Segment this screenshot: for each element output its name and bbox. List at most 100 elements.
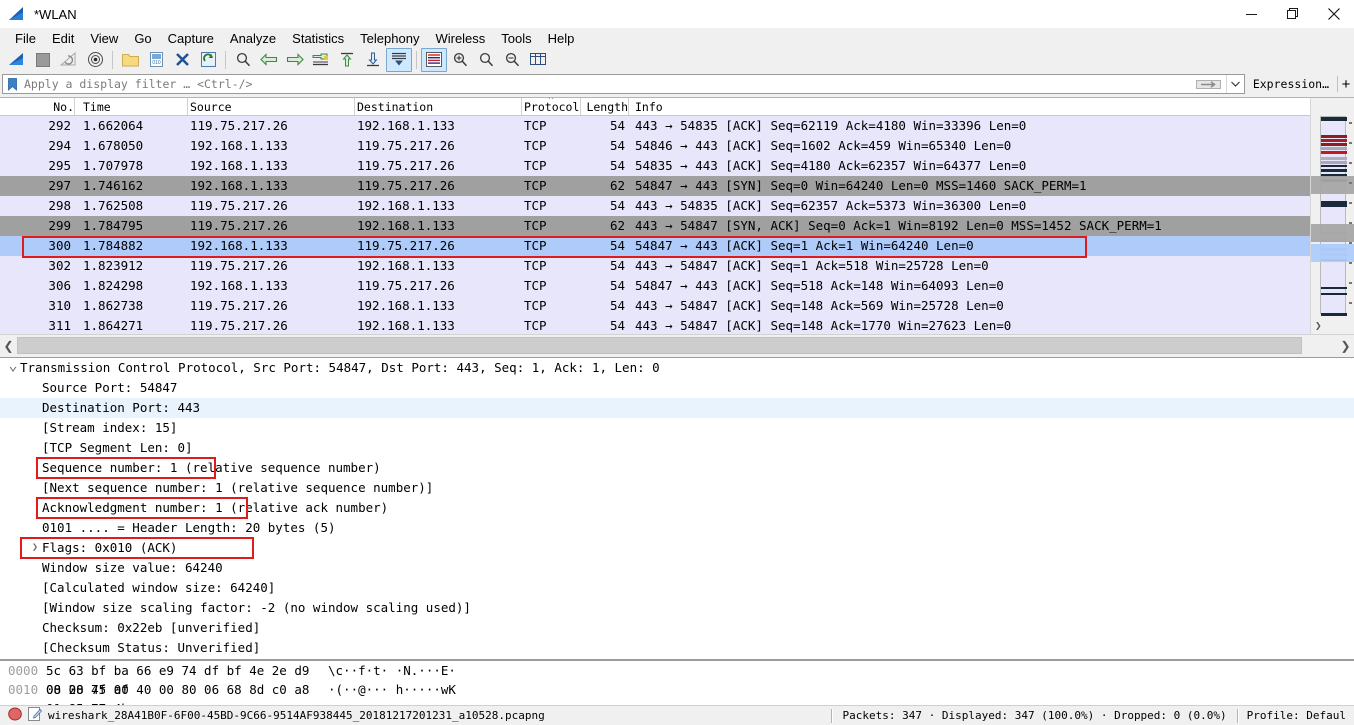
- column-header-protocol[interactable]: ^ Protocol: [522, 98, 581, 115]
- packet-list-row[interactable]: 297 1.746162 192.168.1.133 119.75.217.26 TCP…: [0, 176, 1354, 196]
- detail-tree-row[interactable]: [Checksum Status: Unverified]: [0, 638, 1354, 658]
- detail-tree-row[interactable]: ⌄ Transmission Control Protocol, Src Port…: [0, 358, 1354, 378]
- column-header-source[interactable]: Source: [188, 98, 355, 115]
- packet-details-tree: ⌄ Transmission Control Protocol, Src Port…: [0, 358, 1354, 658]
- hscroll-right-arrow-icon[interactable]: ❯: [1337, 336, 1354, 356]
- go-forward-icon[interactable]: [282, 48, 308, 72]
- packet-list-row[interactable]: 302 1.823912 119.75.217.26 192.168.1.133 TCP…: [0, 256, 1354, 276]
- restore-icon[interactable]: [1272, 0, 1313, 28]
- chevron-right-icon[interactable]: ❯: [28, 538, 42, 558]
- start-capture-icon[interactable]: [4, 48, 30, 72]
- go-to-last-packet-icon[interactable]: [360, 48, 386, 72]
- packet-list-hscrollbar[interactable]: ❮ ❯: [0, 334, 1354, 356]
- filter-bookmark-icon[interactable]: [3, 75, 21, 93]
- plus-icon[interactable]: +: [1338, 76, 1354, 93]
- packet-info: 443 → 54847 [ACK] Seq=148 Ack=1770 Win=2…: [635, 318, 1012, 333]
- detail-tree-row[interactable]: [Window size scaling factor: -2 (no wind…: [0, 598, 1354, 618]
- packet-length: 54: [609, 238, 625, 253]
- column-header-no[interactable]: No.: [0, 98, 75, 115]
- hex-bytes[interactable]: 5c 63 bf ba 66 e9 74 df bf 4e 2e d9 08 0…: [46, 661, 328, 697]
- packet-list-row[interactable]: 298 1.762508 119.75.217.26 192.168.1.133 TCP…: [0, 196, 1354, 216]
- normal-size-icon[interactable]: [499, 48, 525, 72]
- filter-expression-button[interactable]: Expression…: [1245, 77, 1337, 91]
- scrollbar-thumb-2[interactable]: [1311, 224, 1354, 242]
- find-packet-icon[interactable]: [230, 48, 256, 72]
- colorize-packets-icon[interactable]: [421, 47, 447, 72]
- detail-no-twisty: [28, 398, 42, 418]
- detail-tree-row[interactable]: Checksum: 0x22eb [unverified]: [0, 618, 1354, 638]
- zoom-in-icon[interactable]: [447, 48, 473, 72]
- hex-row: 0010 00 28 7f af 40 00 80 06 68 8d c0 a8…: [0, 680, 1354, 716]
- packet-time: 1.824298: [83, 278, 144, 293]
- title-bar: *WLAN: [0, 0, 1354, 28]
- detail-indent: [0, 618, 28, 638]
- packet-destination: 192.168.1.133: [357, 258, 455, 273]
- packet-list-row[interactable]: 295 1.707978 192.168.1.133 119.75.217.26 TCP…: [0, 156, 1354, 176]
- restart-capture-icon[interactable]: [56, 48, 82, 72]
- detail-tree-row[interactable]: Destination Port: 443: [0, 398, 1354, 418]
- reload-file-icon[interactable]: [195, 48, 221, 72]
- packet-list[interactable]: No. Time Source Destination ^ Protocol L…: [0, 97, 1354, 334]
- scrollbar-down-arrow-icon[interactable]: ❯: [1311, 315, 1354, 334]
- search-input[interactable]: Apply a display filter … <Ctrl-/>: [2, 74, 1245, 94]
- packet-bytes-pane[interactable]: 0000 5c 63 bf ba 66 e9 74 df bf 4e 2e d9…: [0, 660, 1354, 716]
- go-back-icon[interactable]: [256, 48, 282, 72]
- detail-tree-row[interactable]: [Calculated window size: 64240]: [0, 578, 1354, 598]
- packet-list-scrollbar[interactable]: ❯: [1310, 98, 1354, 334]
- close-icon[interactable]: [1313, 0, 1354, 28]
- close-file-icon[interactable]: [169, 48, 195, 72]
- detail-tree-row[interactable]: Acknowledgment number: 1 (relative ack n…: [0, 498, 1354, 518]
- save-file-icon[interactable]: 010: [143, 48, 169, 72]
- detail-tree-row[interactable]: [TCP Segment Len: 0]: [0, 438, 1354, 458]
- hex-ascii[interactable]: \c··f·t· ·N.···E·: [328, 661, 456, 680]
- stop-capture-icon[interactable]: [30, 48, 56, 72]
- intelligent-scrollbar-map[interactable]: [1320, 116, 1347, 316]
- go-to-first-packet-icon[interactable]: [334, 48, 360, 72]
- minimize-icon[interactable]: [1231, 0, 1272, 28]
- packet-destination: 192.168.1.133: [357, 118, 455, 133]
- chevron-down-icon[interactable]: [1225, 75, 1244, 93]
- edit-comment-icon[interactable]: [28, 707, 43, 724]
- column-header-destination[interactable]: Destination: [355, 98, 522, 115]
- detail-tree-row[interactable]: 0101 .... = Header Length: 20 bytes (5): [0, 518, 1354, 538]
- hscroll-track[interactable]: [17, 337, 1337, 354]
- packet-info: 443 → 54835 [ACK] Seq=62357 Ack=5373 Win…: [635, 198, 1027, 213]
- packet-list-row[interactable]: 300 1.784882 192.168.1.133 119.75.217.26 TCP…: [0, 236, 1354, 256]
- profile-label[interactable]: Profile: Defaul: [1239, 709, 1354, 722]
- column-header-time[interactable]: Time: [75, 98, 188, 115]
- hex-bytes[interactable]: 00 28 7f af 40 00 80 06 68 8d c0 a8 01 8…: [46, 680, 328, 716]
- detail-tree-row[interactable]: [Next sequence number: 1 (relative seque…: [0, 478, 1354, 498]
- capture-options-icon[interactable]: [82, 48, 108, 72]
- packet-list-row[interactable]: 292 1.662064 119.75.217.26 192.168.1.133 TCP…: [0, 116, 1354, 136]
- column-header-info[interactable]: Info: [629, 98, 1354, 115]
- detail-tree-row[interactable]: [Stream index: 15]: [0, 418, 1354, 438]
- packet-list-row[interactable]: 294 1.678050 192.168.1.133 119.75.217.26 TCP…: [0, 136, 1354, 156]
- resize-columns-icon[interactable]: [525, 48, 551, 72]
- apply-filter-button[interactable]: [1191, 75, 1226, 93]
- go-to-packet-icon[interactable]: [308, 48, 334, 72]
- detail-tree-row[interactable]: Sequence number: 1 (relative sequence nu…: [0, 458, 1354, 478]
- packet-list-row[interactable]: 306 1.824298 192.168.1.133 119.75.217.26 TCP…: [0, 276, 1354, 296]
- scrollbar-thumb-3[interactable]: [1311, 244, 1354, 262]
- packet-list-row[interactable]: 310 1.862738 119.75.217.26 192.168.1.133 TCP…: [0, 296, 1354, 316]
- detail-tree-row[interactable]: Source Port: 54847: [0, 378, 1354, 398]
- scrollbar-thumb-1[interactable]: [1311, 176, 1354, 194]
- capture-stopped-red-icon[interactable]: [8, 707, 22, 724]
- open-file-icon[interactable]: [117, 48, 143, 72]
- detail-row-label: Destination Port: 443: [42, 400, 201, 415]
- hscroll-thumb[interactable]: [17, 337, 1302, 354]
- packet-details-pane[interactable]: ⌄ Transmission Control Protocol, Src Port…: [0, 357, 1354, 660]
- chevron-down-icon[interactable]: ⌄: [6, 358, 20, 373]
- auto-scroll-icon[interactable]: [386, 47, 412, 72]
- hex-ascii[interactable]: ·(··@··· h·····wK: [328, 680, 456, 699]
- packet-destination: 192.168.1.133: [357, 318, 455, 333]
- detail-tree-row[interactable]: ❯ Flags: 0x010 (ACK): [0, 538, 1354, 558]
- detail-tree-row[interactable]: Window size value: 64240: [0, 558, 1354, 578]
- hscroll-left-arrow-icon[interactable]: ❮: [0, 336, 17, 356]
- packet-time: 1.864271: [83, 318, 144, 333]
- zoom-out-icon[interactable]: [473, 48, 499, 72]
- packet-list-row[interactable]: 299 1.784795 119.75.217.26 192.168.1.133 TCP…: [0, 216, 1354, 236]
- toolbar-separator-1: [112, 50, 113, 69]
- column-header-length[interactable]: Length: [581, 98, 629, 115]
- packet-list-row[interactable]: 311 1.864271 119.75.217.26 192.168.1.133 TCP…: [0, 316, 1354, 334]
